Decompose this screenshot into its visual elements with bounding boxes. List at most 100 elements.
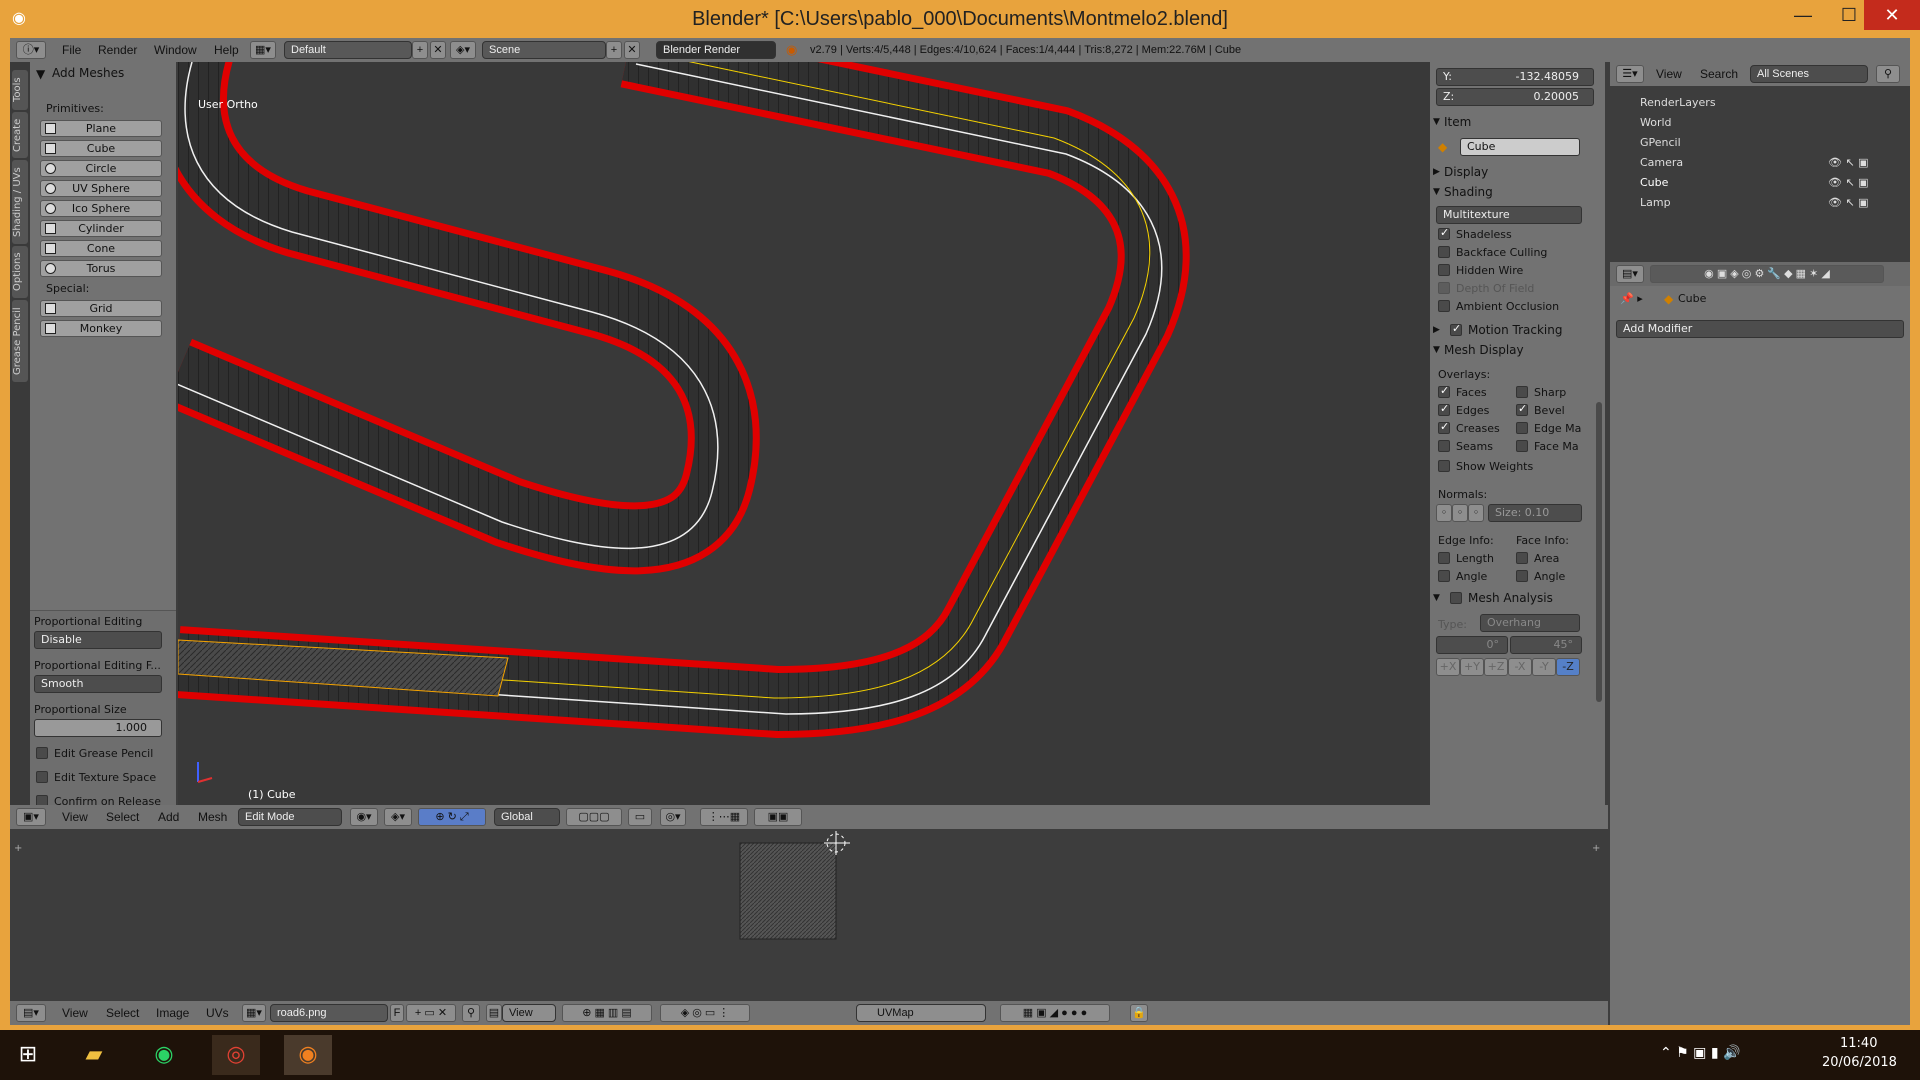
outliner-search-icon[interactable]: ⚲ — [1876, 65, 1900, 83]
face-normals-button[interactable]: ◦ — [1468, 504, 1484, 522]
uv-menu-select[interactable]: Select — [106, 1001, 139, 1025]
outliner-filter-select[interactable]: All Scenes — [1750, 65, 1868, 83]
uv-display-buttons[interactable]: ▦ ▣ ◢ ● ● ● — [1000, 1004, 1110, 1022]
panel-arrow-icon[interactable]: ▼ — [36, 67, 45, 81]
pin-icon[interactable]: ⚲ — [462, 1004, 480, 1022]
analysis-type-select[interactable]: Overhang — [1480, 614, 1580, 632]
tab-options[interactable]: Options — [12, 246, 28, 298]
add-cone-button[interactable]: Cone — [40, 240, 162, 257]
orientation-select[interactable]: Global — [494, 808, 560, 826]
view-mode-icon[interactable]: ▤ — [486, 1004, 502, 1022]
add-plane-button[interactable]: Plane — [40, 120, 162, 137]
fake-user-button[interactable]: F — [390, 1004, 404, 1022]
edit-texture-space-checkbox[interactable] — [36, 771, 48, 783]
axis-pos-y-button[interactable]: +Y — [1460, 658, 1484, 676]
file-explorer-icon[interactable]: ▰ — [70, 1035, 118, 1075]
backface-culling-checkbox[interactable] — [1438, 246, 1450, 258]
uv-image-area[interactable] — [739, 842, 837, 940]
vp-menu-add[interactable]: Add — [158, 805, 179, 829]
axis-neg-y-button[interactable]: -Y — [1532, 658, 1556, 676]
vp-menu-view[interactable]: View — [62, 805, 88, 829]
show-weights-checkbox[interactable] — [1438, 460, 1450, 472]
outliner-type-icon[interactable]: ☰▾ — [1616, 65, 1644, 83]
outliner-item-lamp[interactable]: Lamp — [1640, 196, 1671, 209]
vp-menu-mesh[interactable]: Mesh — [198, 805, 227, 829]
scene-remove-button[interactable]: ✕ — [624, 41, 640, 59]
shading-icon[interactable]: ◉▾ — [350, 808, 378, 826]
mesh-analysis-checkbox[interactable] — [1450, 592, 1462, 604]
properties-type-icon[interactable]: ▤▾ — [1616, 265, 1644, 283]
context-tabs[interactable]: ◉ ▣ ◈ ◎ ⚙ 🔧 ◆ ▦ ✶ ◢ — [1650, 265, 1884, 283]
prop-falloff-select[interactable]: Smooth — [34, 675, 162, 693]
prop-editing-select[interactable]: Disable — [34, 631, 162, 649]
ambient-occlusion-checkbox[interactable] — [1438, 300, 1450, 312]
image-name-field[interactable]: road6.png — [270, 1004, 388, 1022]
tab-shading-uvs[interactable]: Shading / UVs — [12, 160, 28, 244]
vertex-normals-button[interactable]: ◦ — [1436, 504, 1452, 522]
prop-size-field[interactable]: 1.000 — [34, 719, 162, 737]
vp-menu-select[interactable]: Select — [106, 805, 139, 829]
outliner-item-camera[interactable]: Camera — [1640, 156, 1683, 169]
uv-editor-type-icon[interactable]: ▤▾ — [16, 1004, 46, 1022]
lock-icon[interactable]: 🔒 — [1130, 1004, 1148, 1022]
face-area-checkbox[interactable] — [1516, 552, 1528, 564]
scene-add-button[interactable]: + — [606, 41, 622, 59]
outliner-item-gpencil[interactable]: GPencil — [1640, 136, 1681, 149]
uv-menu-view[interactable]: View — [62, 1001, 88, 1025]
outliner-item-renderlayers[interactable]: RenderLayers — [1640, 96, 1716, 109]
analysis-min-field[interactable]: 0° — [1436, 636, 1508, 654]
snap-icon[interactable]: ▭ — [628, 808, 652, 826]
outliner-menu-view[interactable]: View — [1656, 62, 1682, 86]
location-y-field[interactable]: Y: -132.48059 — [1436, 68, 1594, 86]
image-actions-buttons[interactable]: + ▭ ✕ — [406, 1004, 456, 1022]
uvmap-select[interactable]: UVMap — [856, 1004, 986, 1022]
display-panel-header[interactable]: Display — [1430, 162, 1605, 182]
axis-pos-z-button[interactable]: +Z — [1484, 658, 1508, 676]
overlay-edges-checkbox[interactable] — [1438, 402, 1450, 416]
road-mesh-drawing[interactable] — [178, 62, 1430, 805]
location-z-field[interactable]: Z: 0.20005 — [1436, 88, 1594, 106]
selection-mode-buttons[interactable]: ⋮⋯▦ — [700, 808, 748, 826]
add-torus-button[interactable]: Torus — [40, 260, 162, 277]
info-editor-icon[interactable]: ⓘ▾ — [16, 41, 46, 59]
blender-taskbar-icon[interactable]: ◉ — [284, 1035, 332, 1075]
render-engine-select[interactable]: Blender Render — [656, 41, 776, 59]
uv-left-handle-icon[interactable]: + — [14, 843, 22, 854]
uv-menu-uvs[interactable]: UVs — [206, 1001, 229, 1025]
overlay-creases-checkbox[interactable] — [1438, 420, 1450, 434]
overlay-faces-checkbox[interactable] — [1438, 384, 1450, 398]
add-uv-sphere-button[interactable]: UV Sphere — [40, 180, 162, 197]
uv-snap-buttons[interactable]: ◈ ◎ ▭ ⋮ — [660, 1004, 750, 1022]
overlay-edge-marks-checkbox[interactable] — [1516, 422, 1528, 434]
scene-field[interactable]: Scene — [482, 41, 606, 59]
uv-right-handle-icon[interactable]: + — [1592, 843, 1600, 854]
shading-mode-select[interactable]: Multitexture — [1436, 206, 1582, 224]
object-name-field[interactable]: Cube — [1460, 138, 1580, 156]
add-cube-button[interactable]: Cube — [40, 140, 162, 157]
uv-menu-image[interactable]: Image — [156, 1001, 189, 1025]
add-grid-button[interactable]: Grid — [40, 300, 162, 317]
tray-icons[interactable]: ⌃ ⚑ ▣ ▮ 🔊 — [1660, 1045, 1740, 1061]
clock-time[interactable]: 11:40 — [1840, 1036, 1877, 1051]
chrome-icon[interactable]: ◎ — [212, 1035, 260, 1075]
hidden-wire-checkbox[interactable] — [1438, 264, 1450, 276]
layer-buttons[interactable]: ▢▢▢ — [566, 808, 622, 826]
overlay-sharp-checkbox[interactable] — [1516, 386, 1528, 398]
editor-type-icon[interactable]: ▣▾ — [16, 808, 46, 826]
overlay-bevel-checkbox[interactable] — [1516, 402, 1528, 416]
render-buttons[interactable]: ▣▣ — [754, 808, 802, 826]
layout-icon[interactable]: ▦▾ — [250, 41, 276, 59]
add-modifier-select[interactable]: Add Modifier — [1616, 320, 1904, 338]
visibility-eye-icon[interactable]: 👁 ↖ ▣ — [1828, 156, 1869, 169]
scene-icon[interactable]: ◈▾ — [450, 41, 476, 59]
minimize-button[interactable]: — — [1780, 0, 1826, 30]
manipulator-buttons[interactable]: ⊕ ↻ ⤢ — [418, 808, 486, 826]
motion-tracking-checkbox[interactable] — [1450, 322, 1462, 336]
edge-angle-checkbox[interactable] — [1438, 570, 1450, 582]
add-meshes-title[interactable]: Add Meshes — [52, 66, 124, 80]
breadcrumb-pin-icon[interactable]: 📌 ▸ — [1620, 292, 1643, 305]
edge-length-checkbox[interactable] — [1438, 552, 1450, 564]
layout-field[interactable]: Default — [284, 41, 412, 59]
shadeless-checkbox[interactable] — [1438, 226, 1450, 240]
layout-remove-button[interactable]: ✕ — [430, 41, 446, 59]
